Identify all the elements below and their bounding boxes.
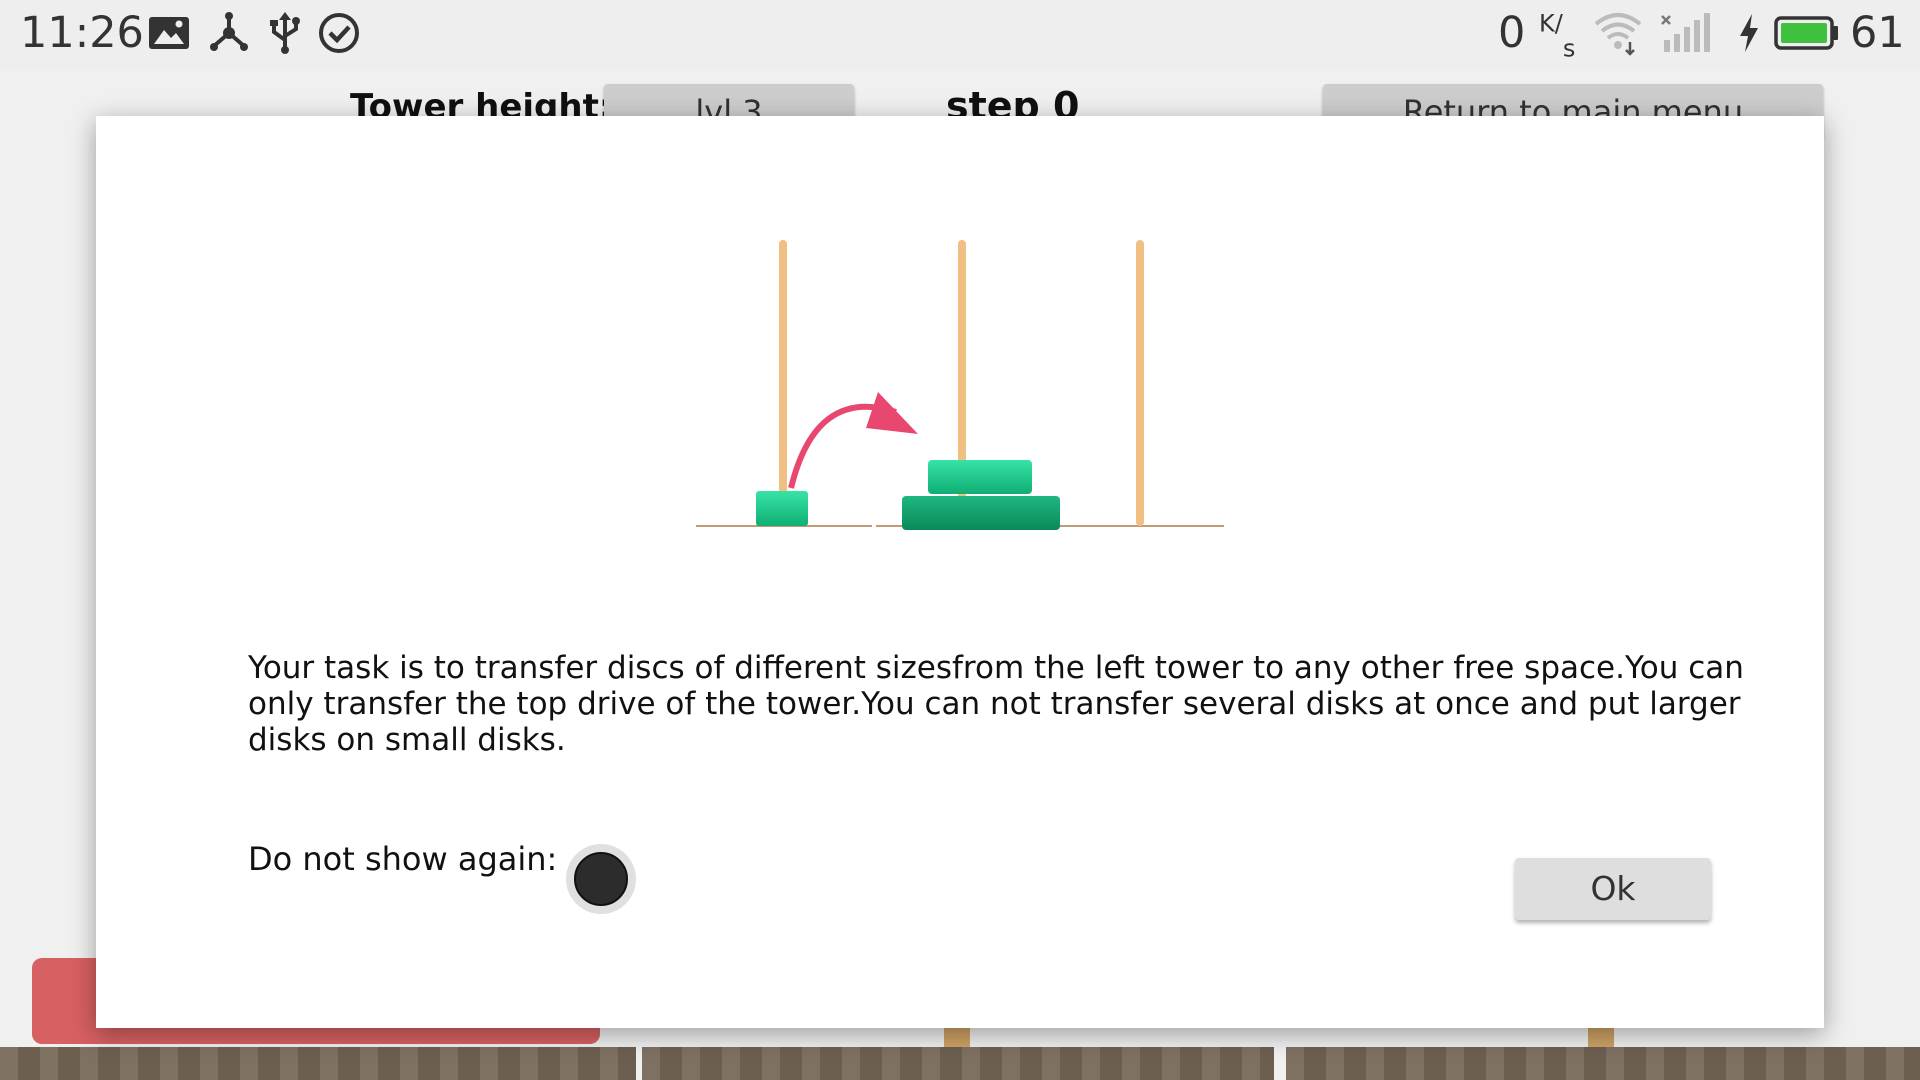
toggle-indicator [574,852,628,906]
signal-icon [1658,10,1716,56]
illustration-arrow-head [866,392,918,434]
network-speed: 0 K/s [1498,8,1575,63]
instructions-dialog: Your task is to transfer discs of differ… [96,116,1824,1028]
dont-show-again-toggle[interactable] [566,844,636,914]
gallery-icon [146,10,192,56]
check-circle-icon [316,10,362,56]
status-time: 11:26 [20,8,144,58]
battery-icon [1774,10,1840,56]
illustration-peg-right [1136,240,1144,526]
ok-button[interactable]: Ok [1515,858,1711,920]
illustration-small-disc [756,491,808,526]
battery-level: 61 [1850,8,1905,58]
dont-show-again-label: Do not show again: [248,840,558,878]
usb-icon [262,10,308,56]
illustration-medium-disc [928,460,1032,494]
instructions-text: Your task is to transfer discs of differ… [248,650,1744,758]
status-bar: 11:26 0 K/s 61 [0,0,1920,70]
illustration-peg-left [779,240,787,526]
network-speed-unit-top: K/ [1539,9,1563,38]
charging-icon [1736,10,1762,56]
share-hub-icon [206,10,252,56]
network-speed-unit-bottom: s [1562,34,1576,63]
network-speed-value: 0 [1498,8,1526,58]
illustration-large-disc [902,496,1060,530]
wifi-icon [1592,10,1644,56]
hanoi-illustration [696,176,1256,596]
